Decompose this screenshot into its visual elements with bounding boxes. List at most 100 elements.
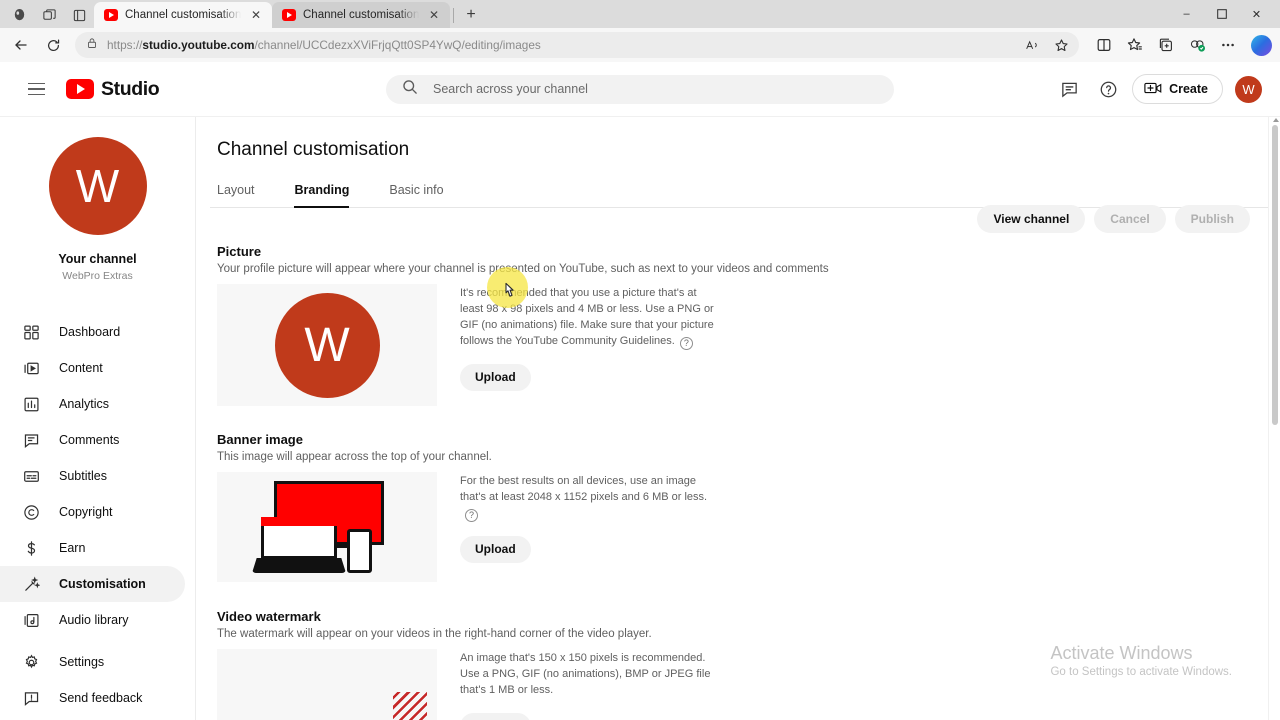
upload-banner-button[interactable]: Upload bbox=[460, 535, 531, 563]
sidebar-item-label: Dashboard bbox=[59, 325, 121, 339]
settings-more-icon[interactable] bbox=[1213, 31, 1243, 59]
studio-header: Studio Search across your channel Create… bbox=[0, 62, 1280, 117]
watermark-info-column: An image that's 150 x 150 pixels is reco… bbox=[460, 649, 715, 720]
sidebar-item-send-feedback[interactable]: Send feedback bbox=[0, 680, 185, 716]
sidebar-item-copyright[interactable]: Copyright bbox=[0, 494, 185, 530]
split-tabs-icon[interactable] bbox=[64, 2, 94, 28]
sidebar: W Your channel WebPro Extras Dashboard C… bbox=[0, 117, 196, 720]
app-icon bbox=[4, 2, 34, 28]
scrollbar-thumb[interactable] bbox=[1272, 125, 1278, 425]
feedback-icon[interactable] bbox=[1054, 74, 1084, 104]
back-icon[interactable] bbox=[6, 31, 36, 59]
favorite-star-icon[interactable] bbox=[1048, 33, 1075, 57]
header-actions: Create W bbox=[1054, 74, 1262, 104]
section-description: The watermark will appear on your videos… bbox=[217, 628, 652, 640]
copilot-icon[interactable] bbox=[1244, 31, 1274, 59]
sidebar-item-settings[interactable]: Settings bbox=[0, 644, 185, 680]
divider bbox=[453, 8, 454, 23]
browser-essentials-icon[interactable] bbox=[1151, 31, 1181, 59]
help-circle-icon[interactable]: ? bbox=[465, 508, 478, 522]
scroll-up-arrow-icon[interactable] bbox=[1272, 118, 1279, 122]
copyright-icon bbox=[22, 503, 41, 522]
upload-picture-button[interactable]: Upload bbox=[460, 363, 531, 391]
new-tab-button[interactable]: + bbox=[458, 2, 484, 28]
studio-logo[interactable]: Studio bbox=[66, 77, 160, 101]
tab-branding[interactable]: Branding bbox=[293, 183, 368, 208]
analytics-bar-icon bbox=[22, 395, 41, 414]
tab-basic-info[interactable]: Basic info bbox=[389, 183, 461, 207]
youtube-logo-icon bbox=[66, 79, 94, 99]
section-title: Video watermark bbox=[217, 609, 321, 624]
tab-actions-icon[interactable] bbox=[34, 2, 64, 28]
browser-tab[interactable]: Channel customisation - YouTube ✕ bbox=[94, 2, 272, 28]
read-aloud-icon[interactable] bbox=[1019, 33, 1046, 57]
sidebar-item-customisation[interactable]: Customisation bbox=[0, 566, 185, 602]
channel-label: Your channel bbox=[58, 252, 137, 266]
sidebar-item-label: Earn bbox=[59, 541, 86, 555]
page-title: Channel customisation bbox=[217, 139, 410, 160]
close-icon[interactable]: ✕ bbox=[248, 8, 264, 22]
sidebar-item-content[interactable]: Content bbox=[0, 350, 185, 386]
picture-preview[interactable]: W bbox=[217, 284, 437, 406]
sidebar-item-comments[interactable]: Comments bbox=[0, 422, 185, 458]
cancel-button[interactable]: Cancel bbox=[1094, 205, 1166, 233]
customisation-wand-icon bbox=[22, 575, 41, 594]
browser-tab[interactable]: Channel customisation - YouTube ✕ bbox=[272, 2, 450, 28]
avatar[interactable]: W bbox=[1235, 75, 1262, 103]
maximize-button[interactable] bbox=[1204, 0, 1239, 28]
sidebar-item-dashboard[interactable]: Dashboard bbox=[0, 314, 185, 350]
section-banner: Banner image This image will appear acro… bbox=[210, 432, 1280, 582]
help-circle-icon[interactable]: ? bbox=[679, 336, 693, 350]
watermark-preview[interactable] bbox=[217, 649, 437, 720]
hamburger-menu-icon[interactable] bbox=[16, 69, 56, 109]
sidebar-item-audio-library[interactable]: Audio library bbox=[0, 602, 185, 638]
close-window-button[interactable]: ✕ bbox=[1239, 0, 1274, 28]
search-icon bbox=[402, 79, 418, 100]
subtitles-icon bbox=[22, 467, 41, 486]
send-feedback-icon bbox=[22, 689, 41, 708]
sidebar-item-label: Comments bbox=[59, 433, 120, 447]
address-bar[interactable]: https://studio.youtube.com/channel/UCCde… bbox=[75, 32, 1079, 58]
upload-watermark-button[interactable]: Upload bbox=[460, 712, 531, 720]
tab-layout[interactable]: Layout bbox=[217, 183, 273, 207]
browser-chrome: Channel customisation - YouTube ✕ Channe… bbox=[0, 0, 1280, 62]
collections-icon[interactable] bbox=[1120, 31, 1150, 59]
content-video-icon bbox=[22, 359, 41, 378]
publish-button[interactable]: Publish bbox=[1174, 205, 1250, 233]
minimize-button[interactable]: – bbox=[1169, 0, 1204, 28]
url-text: https://studio.youtube.com/channel/UCCde… bbox=[107, 38, 541, 52]
scrollbar[interactable] bbox=[1268, 117, 1280, 720]
comments-icon bbox=[22, 431, 41, 450]
sidebar-item-subtitles[interactable]: Subtitles bbox=[0, 458, 185, 494]
omnibox-actions bbox=[1019, 33, 1075, 57]
search-placeholder: Search across your channel bbox=[433, 82, 588, 96]
toolbar-actions bbox=[1086, 31, 1274, 59]
extensions-icon[interactable] bbox=[1182, 31, 1212, 59]
tab-strip: Channel customisation - YouTube ✕ Channe… bbox=[0, 0, 1280, 28]
section-title: Picture bbox=[217, 244, 262, 259]
view-channel-button[interactable]: View channel bbox=[977, 205, 1086, 233]
sidebar-item-label: Audio library bbox=[59, 613, 129, 627]
page-actions: View channel Cancel Publish bbox=[977, 205, 1250, 233]
audio-library-icon bbox=[22, 611, 41, 630]
close-icon[interactable]: ✕ bbox=[426, 8, 442, 22]
main-content: Channel customisation Layout Branding Ba… bbox=[196, 117, 1280, 720]
sidebar-item-label: Customisation bbox=[59, 577, 146, 591]
channel-avatar[interactable]: W bbox=[48, 137, 147, 235]
create-button[interactable]: Create bbox=[1132, 74, 1223, 104]
channel-name: WebPro Extras bbox=[62, 270, 133, 282]
search-input[interactable]: Search across your channel bbox=[386, 74, 894, 104]
earn-dollar-icon bbox=[22, 539, 41, 558]
sidebar-item-earn[interactable]: Earn bbox=[0, 530, 185, 566]
video-player-preview-icon bbox=[393, 692, 427, 720]
sidebar-item-label: Subtitles bbox=[59, 469, 107, 483]
reload-icon[interactable] bbox=[38, 31, 68, 59]
section-description: Your profile picture will appear where y… bbox=[217, 263, 829, 275]
help-icon[interactable] bbox=[1093, 74, 1123, 104]
split-screen-icon[interactable] bbox=[1089, 31, 1119, 59]
logo-text: Studio bbox=[101, 77, 160, 100]
banner-preview[interactable] bbox=[217, 472, 437, 582]
devices-tv-laptop-phone-icon bbox=[252, 479, 402, 575]
sidebar-item-analytics[interactable]: Analytics bbox=[0, 386, 185, 422]
section-description: This image will appear across the top of… bbox=[217, 451, 492, 463]
